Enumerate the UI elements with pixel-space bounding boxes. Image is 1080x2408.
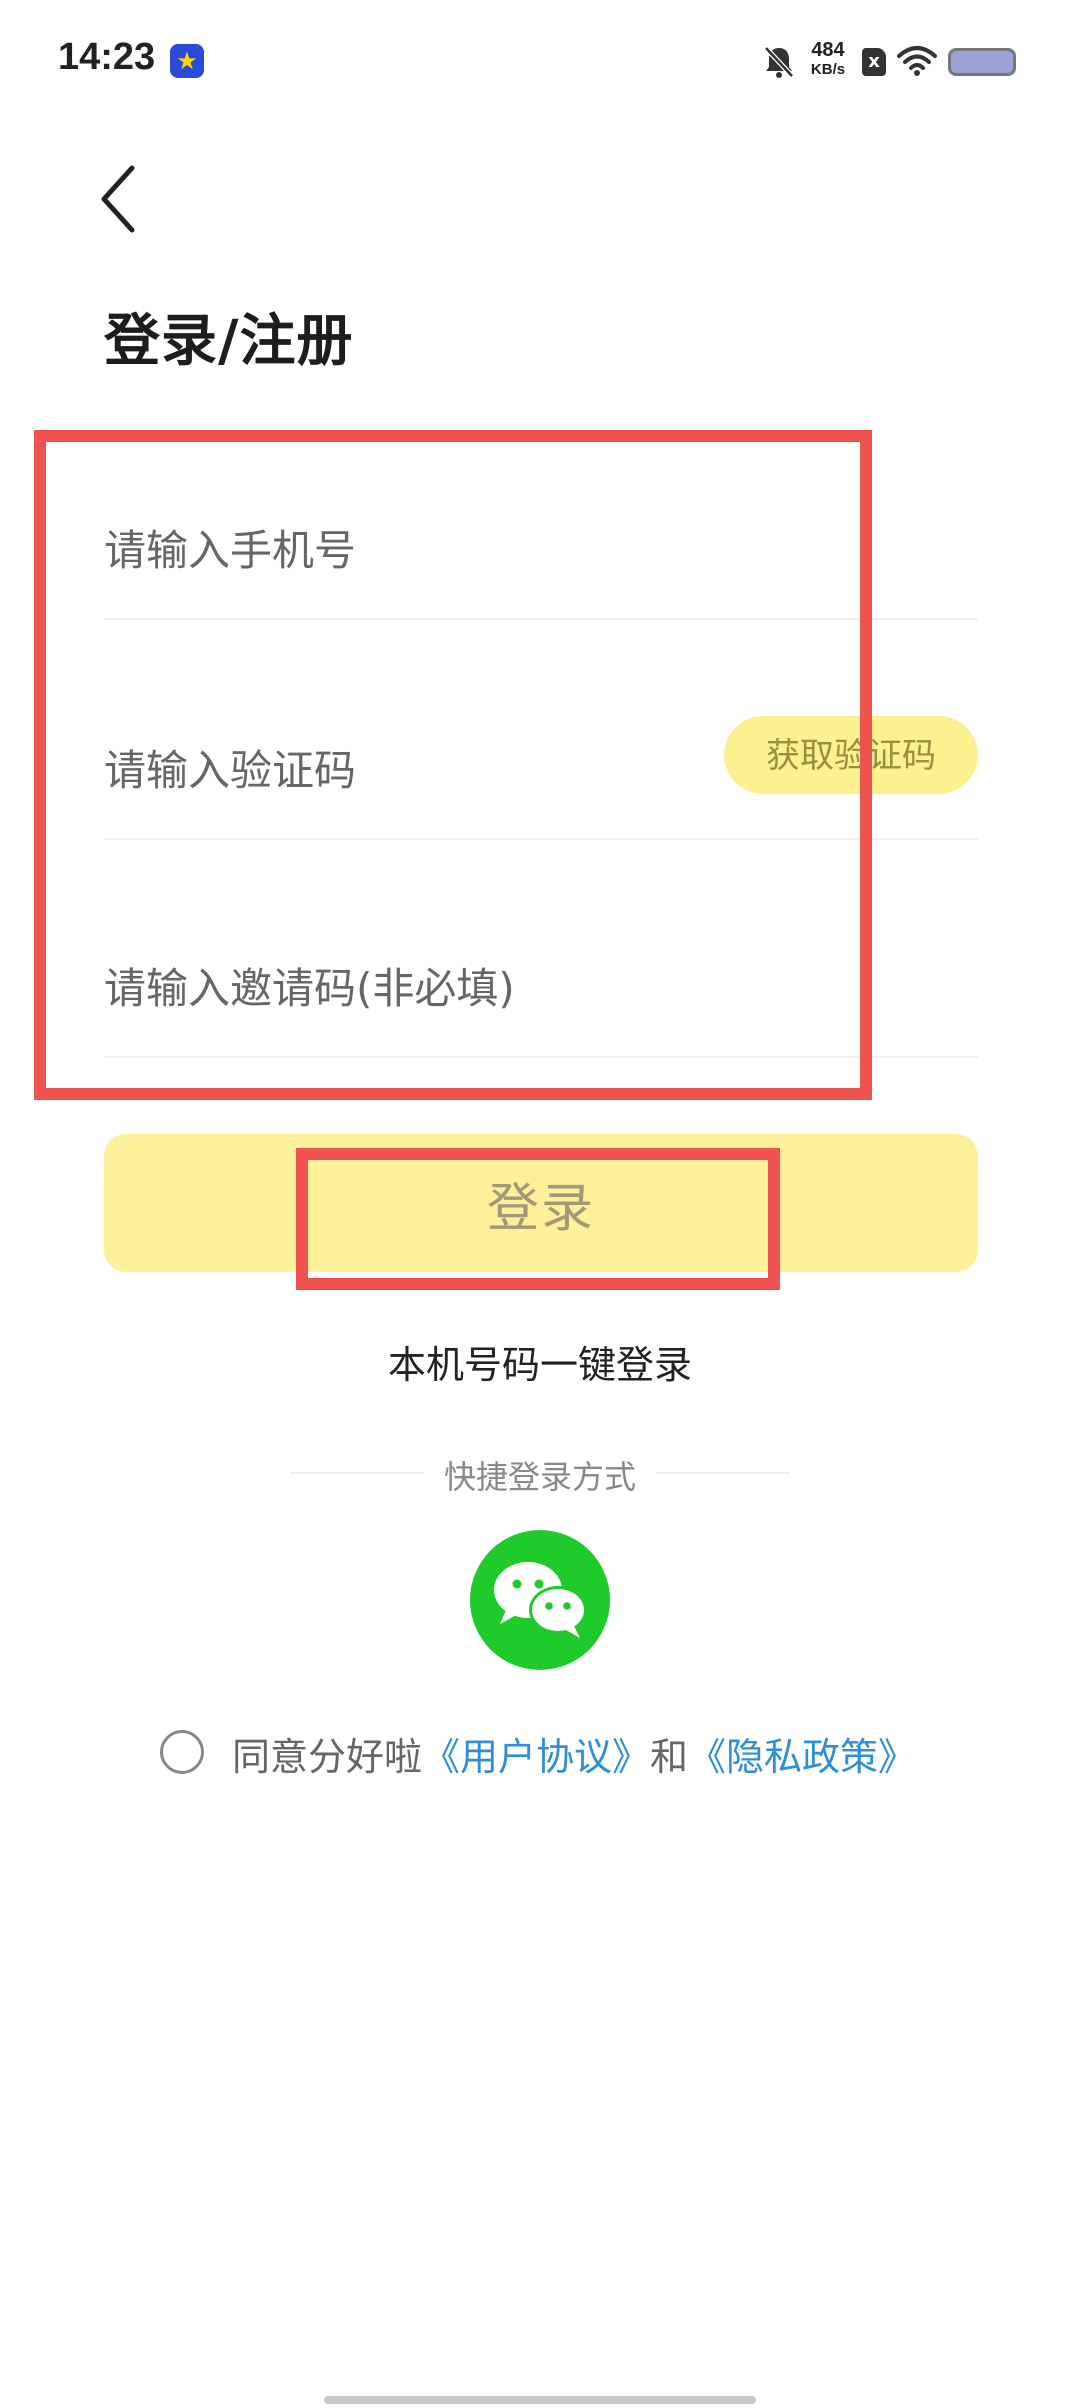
code-field: [104, 700, 704, 840]
home-indicator[interactable]: [324, 2396, 756, 2404]
status-time: 14:23: [58, 36, 156, 78]
invite-code-input[interactable]: [104, 918, 978, 1058]
sim-icon: x: [862, 48, 886, 76]
verification-code-input[interactable]: [104, 700, 704, 840]
divider-right: [656, 1472, 790, 1474]
quick-login-title: 快捷登录方式: [443, 1458, 636, 1496]
network-speed-unit: KB/s: [810, 61, 846, 78]
wifi-icon: [897, 46, 937, 76]
agree-checkbox[interactable]: [160, 1730, 204, 1774]
get-code-button[interactable]: 获取验证码: [724, 716, 978, 794]
bell-muted-icon: [764, 46, 794, 78]
star-app-icon: ★: [170, 44, 204, 78]
divider: [104, 1056, 978, 1058]
agreement-text: 同意分好啦《用户协议》和《隐私政策》: [232, 1726, 916, 1781]
wechat-login-button[interactable]: [470, 1530, 610, 1670]
phone-input[interactable]: [104, 480, 978, 620]
invite-field: [104, 918, 978, 1058]
one-key-login-link[interactable]: 本机号码一键登录: [0, 1334, 1080, 1389]
divider: [104, 838, 978, 840]
network-speed: 484 KB/s: [802, 40, 854, 77]
phone-field: [104, 480, 978, 620]
agreement-conjunction: 和: [650, 1735, 689, 1779]
login-button[interactable]: 登录: [104, 1134, 978, 1272]
divider: [104, 618, 978, 620]
network-speed-value: 484: [811, 39, 845, 61]
privacy-policy-link[interactable]: 《隐私政策》: [688, 1735, 916, 1779]
agreement-prefix: 同意分好啦: [232, 1735, 423, 1779]
user-agreement-link[interactable]: 《用户协议》: [422, 1735, 650, 1779]
wechat-icon: [494, 1562, 587, 1638]
chevron-left-icon[interactable]: [96, 162, 144, 236]
page-title: 登录/注册: [104, 309, 354, 374]
battery-icon: [948, 48, 1016, 76]
